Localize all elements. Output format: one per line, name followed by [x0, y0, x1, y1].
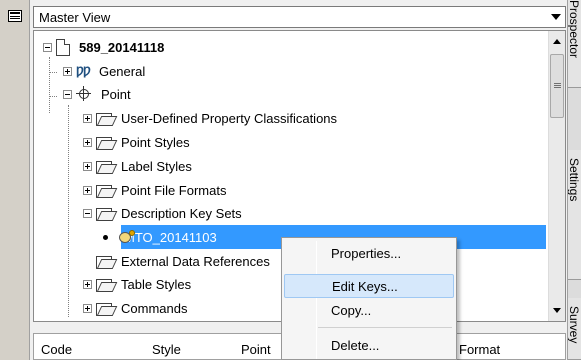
menu-item-properties[interactable]: Properties... [284, 242, 454, 266]
tree-node-external-data-references[interactable]: External Data References [83, 249, 273, 273]
column-header-point[interactable]: Point [241, 342, 271, 357]
plus-box-icon[interactable] [83, 161, 92, 171]
tree-node-user-defined-property-classifications[interactable]: User-Defined Property Classifications [83, 106, 340, 130]
menu-item-copy[interactable]: Copy... [284, 299, 454, 323]
tab-prospector[interactable]: Prospector [568, 0, 581, 88]
tree-node-root[interactable]: 589_20141118 [43, 35, 167, 59]
tree-node-label: Description Key Sets [121, 205, 242, 221]
plus-box-icon[interactable] [63, 66, 72, 76]
tree-vertical-scrollbar[interactable] [548, 31, 565, 321]
tree-node-general[interactable]: ǷǷ General [63, 59, 148, 83]
general-settings-icon: ǷǷ [76, 64, 91, 78]
menu-item-label: Copy... [331, 303, 372, 318]
column-header-code[interactable]: Code [41, 342, 72, 357]
tab-label: Prospector [568, 0, 581, 59]
plus-box-icon[interactable] [83, 113, 92, 123]
scroll-up-arrow-icon[interactable] [553, 39, 561, 44]
tab-label: Settings [568, 158, 581, 202]
menu-item-label: Delete... [331, 338, 380, 353]
tree-node-description-key-sets[interactable]: Description Key Sets [83, 201, 245, 225]
plus-box-icon[interactable] [83, 279, 92, 289]
folder-icon [96, 184, 114, 198]
context-menu: Properties... Edit Keys... Copy... Delet… [281, 237, 457, 360]
key-set-icon [118, 229, 136, 245]
tree-node-commands[interactable]: Commands [83, 296, 190, 320]
minus-box-icon[interactable] [63, 89, 72, 99]
tree-node-point-file-formats[interactable]: Point File Formats [83, 178, 229, 202]
scroll-down-arrow-icon[interactable] [553, 308, 561, 313]
tree-node-label: User-Defined Property Classifications [121, 110, 338, 126]
tree-node-label: Point [101, 86, 131, 102]
point-crosshair-icon [76, 86, 92, 102]
scrollbar-thumb[interactable] [550, 54, 564, 118]
folder-icon [96, 160, 114, 174]
tab-settings[interactable]: Settings [568, 150, 581, 280]
minus-box-icon[interactable] [83, 208, 92, 218]
plus-box-icon[interactable] [83, 303, 92, 313]
tree-node-point[interactable]: Point [63, 82, 134, 106]
toolspace-left-strip [0, 0, 30, 360]
plus-box-icon[interactable] [83, 185, 92, 195]
toolspace-tab-strip: Prospector Settings Survey [567, 0, 581, 360]
drawing-file-icon [56, 38, 70, 56]
chevron-down-icon[interactable] [551, 14, 561, 20]
minus-box-icon[interactable] [43, 42, 52, 52]
menu-item-edit-keys[interactable]: Edit Keys... [284, 274, 454, 298]
folder-icon [96, 136, 114, 150]
menu-item-label: Edit Keys... [332, 279, 398, 294]
tab-label: Survey [568, 306, 581, 344]
tree-node-label: Label Styles [121, 158, 192, 174]
column-header-format[interactable]: Format [459, 342, 500, 357]
tree-node-label: Table Styles [121, 276, 192, 292]
view-selector[interactable]: Master View [33, 6, 566, 28]
tab-survey[interactable]: Survey [568, 298, 581, 360]
default-marker-icon [103, 234, 108, 240]
toolspace-menu-icon[interactable] [8, 10, 22, 22]
folder-icon [96, 255, 114, 269]
column-header-style[interactable]: Style [152, 342, 181, 357]
tree-node-label: Point File Formats [121, 182, 227, 198]
tree-node-point-styles[interactable]: Point Styles [83, 130, 193, 154]
tree-node-table-styles[interactable]: Table Styles [83, 272, 194, 296]
menu-item-delete[interactable]: Delete... [284, 334, 454, 358]
menu-separator [318, 327, 452, 328]
folder-icon [96, 112, 114, 126]
tree-node-label: External Data References [121, 253, 270, 269]
folder-icon [96, 278, 114, 292]
folder-icon [96, 207, 114, 221]
tree-node-label: General [98, 63, 146, 79]
plus-box-icon[interactable] [83, 137, 92, 147]
tree-node-mto-icons [103, 225, 140, 249]
view-selector-value: Master View [39, 10, 111, 25]
tree-node-label: 589_20141118 [79, 39, 165, 55]
tree-node-label-styles[interactable]: Label Styles [83, 154, 195, 178]
tree-node-label: Commands [121, 300, 188, 316]
folder-icon [96, 302, 114, 316]
menu-item-label: Properties... [331, 246, 402, 261]
tree-node-label: Point Styles [121, 134, 190, 150]
